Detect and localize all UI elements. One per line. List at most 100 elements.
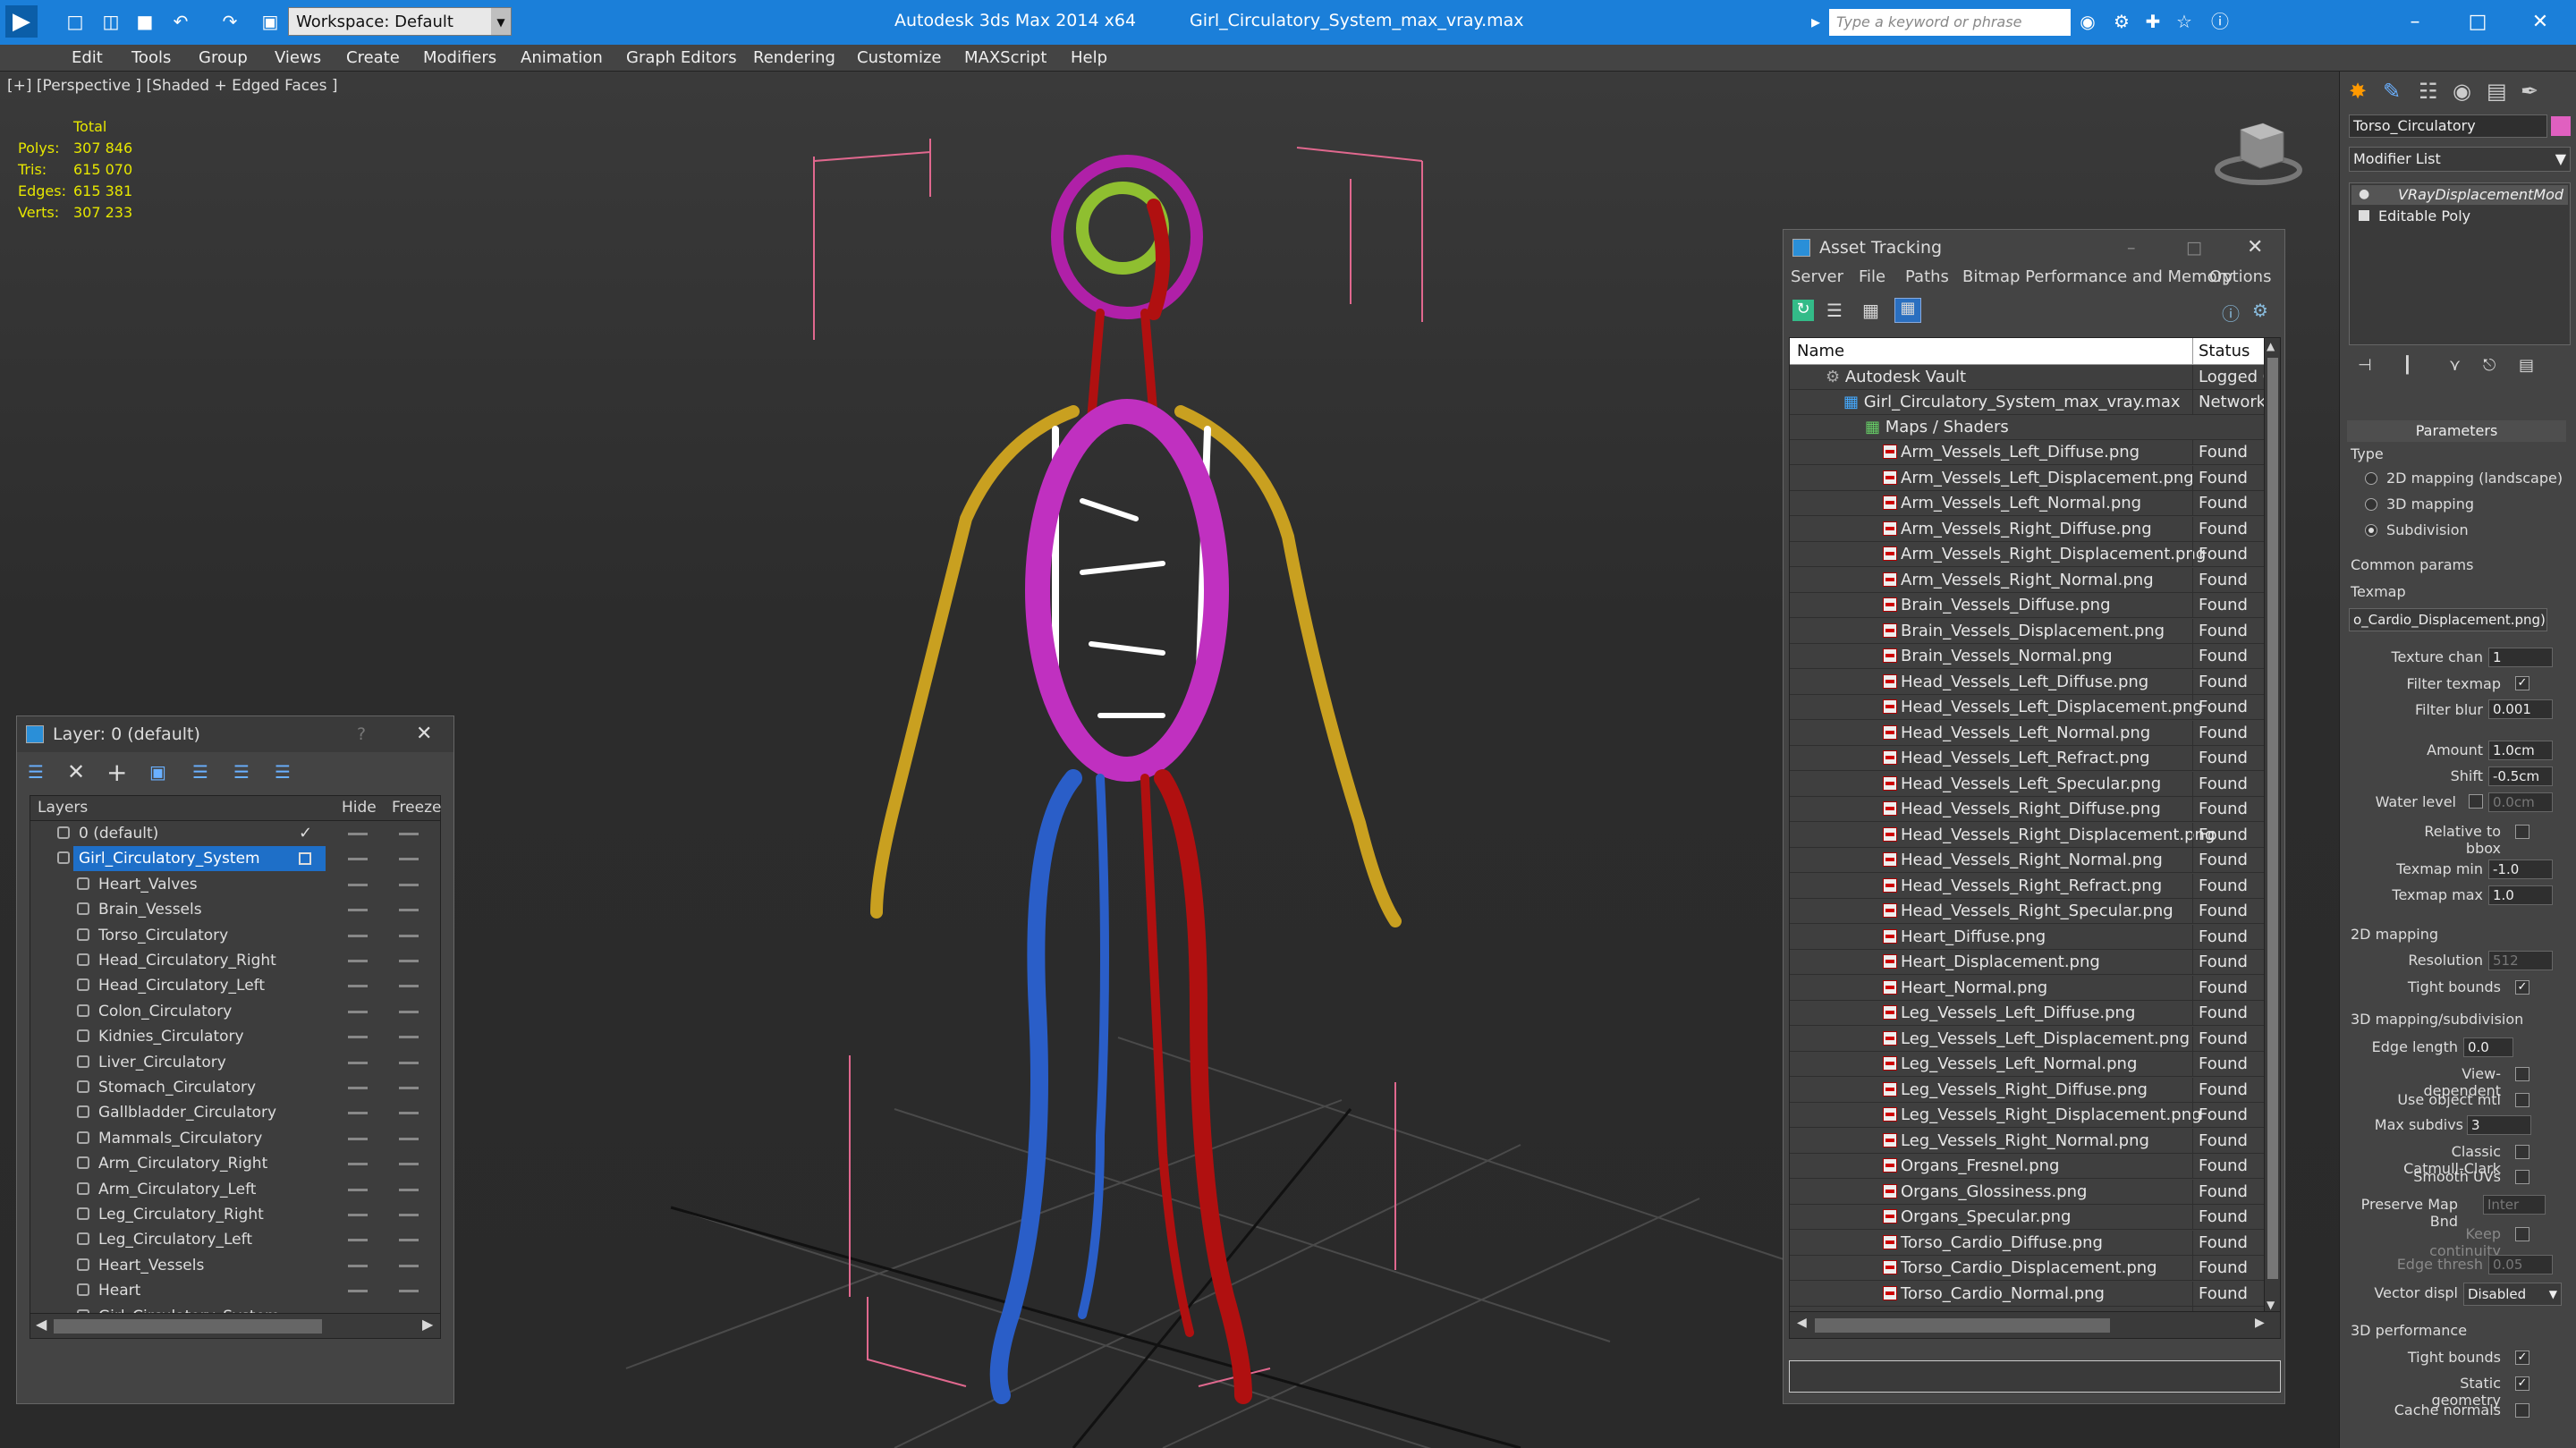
asset-map-row[interactable]: Heart_Normal.png Found <box>1790 975 2264 1001</box>
hide-toggle[interactable] <box>348 1214 368 1216</box>
scrollbar-thumb[interactable] <box>1815 1318 2110 1333</box>
hide-toggle[interactable] <box>348 1036 368 1039</box>
asset-map-row[interactable]: Leg_Vessels_Left_Displacement.png Found <box>1790 1026 2264 1052</box>
tree-view-icon[interactable]: ▦ <box>1862 300 1879 321</box>
binoculars-icon[interactable]: ◉ <box>2077 11 2098 32</box>
static-geometry-checkbox[interactable]: ✓ <box>2515 1376 2529 1391</box>
resolution-input[interactable]: 512 <box>2488 951 2553 970</box>
texmap-button[interactable]: o_Cardio_Displacement.png) <box>2349 608 2547 631</box>
filter-blur-input[interactable]: 0.001 <box>2488 699 2553 719</box>
layer-row[interactable]: Girl_Circulatory_System <box>30 846 440 872</box>
app-logo-icon[interactable]: ▶ <box>5 5 38 38</box>
parameters-rollout[interactable]: Parameters <box>2347 420 2566 442</box>
asset-map-row[interactable]: Head_Vessels_Right_Displacement.png Found <box>1790 822 2264 848</box>
help-button[interactable]: ? <box>357 716 366 752</box>
hide-toggle[interactable] <box>348 985 368 988</box>
asset-map-row[interactable]: Head_Vessels_Right_Refract.png Found <box>1790 873 2264 899</box>
asset-map-row[interactable]: Arm_Vessels_Left_Normal.png Found <box>1790 491 2264 516</box>
menu-customize[interactable]: Customize <box>857 48 941 67</box>
scrollbar-thumb[interactable] <box>2267 358 2278 1279</box>
select-objects-icon[interactable]: ▣ <box>149 761 166 783</box>
layer-row[interactable]: Head_Circulatory_Right <box>30 948 440 973</box>
asset-map-row[interactable]: Head_Vessels_Left_Normal.png Found <box>1790 720 2264 746</box>
view-dependent-checkbox[interactable] <box>2515 1067 2529 1081</box>
hide-toggle[interactable] <box>348 1112 368 1115</box>
freeze-toggle[interactable] <box>399 1290 419 1293</box>
menu-modifiers[interactable]: Modifiers <box>423 48 496 67</box>
texmap-max-input[interactable]: 1.0 <box>2488 885 2553 905</box>
tight-bounds-checkbox[interactable]: ✓ <box>2515 980 2529 995</box>
horizontal-scrollbar[interactable]: ◀ ▶ <box>30 1313 440 1338</box>
asset-map-row[interactable]: Leg_Vessels_Right_Displacement.png Found <box>1790 1103 2264 1128</box>
scroll-up-icon[interactable]: ▲ <box>2267 340 2275 352</box>
water-level-checkbox[interactable] <box>2469 794 2483 809</box>
asset-map-row[interactable]: Brain_Vessels_Diffuse.png Found <box>1790 593 2264 618</box>
settings-icon[interactable]: ⚙ <box>2252 300 2268 321</box>
delete-layer-icon[interactable]: ✕ <box>67 759 85 784</box>
smooth-uvs-checkbox[interactable] <box>2515 1170 2529 1184</box>
hide-toggle[interactable] <box>348 883 368 886</box>
freeze-toggle[interactable] <box>399 1163 419 1166</box>
open-file-icon[interactable]: ◫ <box>100 11 122 32</box>
layer-panel-header[interactable]: Layer: 0 (default) ? ✕ <box>17 716 453 752</box>
hide-toggle[interactable] <box>348 1061 368 1064</box>
asset-map-row[interactable]: Arm_Vessels_Right_Diffuse.png Found <box>1790 516 2264 542</box>
menu-help[interactable]: Help <box>1071 48 1107 67</box>
freeze-toggle[interactable] <box>399 833 419 835</box>
layer-row[interactable]: Brain_Vessels <box>30 897 440 922</box>
layer-row[interactable]: 0 (default) ✓ <box>30 821 440 846</box>
layer-row[interactable]: Arm_Circulatory_Right <box>30 1151 440 1176</box>
menu-maxscript[interactable]: MAXScript <box>964 48 1046 67</box>
asset-map-row[interactable]: Head_Vessels_Right_Specular.png Found <box>1790 899 2264 924</box>
scroll-left-icon[interactable]: ◀ <box>36 1316 47 1333</box>
preserve-map-dropdown[interactable]: Inter <box>2483 1195 2546 1215</box>
asset-map-row[interactable]: Leg_Vessels_Right_Diffuse.png Found <box>1790 1077 2264 1103</box>
freeze-toggle[interactable] <box>399 1239 419 1242</box>
stack-item-editable-poly[interactable]: Editable Poly <box>2351 207 2568 226</box>
hierarchy-tab-icon[interactable]: ☷ <box>2419 79 2438 104</box>
layer-row[interactable]: Mammals_Circulatory <box>30 1126 440 1151</box>
max-subdivs-input[interactable]: 3 <box>2467 1115 2531 1135</box>
freeze-toggle[interactable] <box>399 858 419 861</box>
subscription-icon[interactable]: ⚙ <box>2111 11 2132 32</box>
asset-menu-file[interactable]: File <box>1859 267 1885 286</box>
menu-edit[interactable]: Edit <box>72 48 103 67</box>
radio-3d-mapping[interactable] <box>2365 498 2377 511</box>
make-unique-icon[interactable]: ⋎ <box>2449 356 2461 375</box>
close-icon[interactable]: ✕ <box>2247 230 2263 266</box>
layer-row[interactable]: Arm_Circulatory_Left <box>30 1177 440 1202</box>
scroll-right-icon[interactable]: ▶ <box>2255 1316 2265 1330</box>
help-icon[interactable]: ⓘ <box>2222 300 2240 326</box>
hide-all-icon[interactable]: ☰ <box>233 761 250 783</box>
column-name[interactable]: Name <box>1797 342 1844 360</box>
layer-row[interactable]: Liver_Circulatory <box>30 1050 440 1075</box>
asset-map-row[interactable]: Head_Vessels_Left_Refract.png Found <box>1790 746 2264 771</box>
radio-subdivision[interactable] <box>2365 524 2377 537</box>
asset-map-row[interactable]: Leg_Vessels_Left_Diffuse.png Found <box>1790 1001 2264 1026</box>
texture-chan-input[interactable]: 1 <box>2488 648 2553 667</box>
show-end-result-icon[interactable]: ┃ <box>2402 356 2412 375</box>
layer-row[interactable]: Leg_Circulatory_Right <box>30 1202 440 1227</box>
asset-map-row[interactable]: Brain_Vessels_Normal.png Found <box>1790 644 2264 669</box>
filter-texmap-checkbox[interactable]: ✓ <box>2515 676 2529 690</box>
asset-menu-server[interactable]: Server <box>1791 267 1843 286</box>
close-button[interactable]: ✕ <box>2513 7 2567 38</box>
layer-row[interactable]: Torso_Circulatory <box>30 923 440 948</box>
cache-normals-checkbox[interactable] <box>2515 1403 2529 1418</box>
workspace-dropdown[interactable]: Workspace: Default ▼ <box>288 7 512 36</box>
freeze-toggle[interactable] <box>399 1264 419 1267</box>
asset-row-vault[interactable]: ⚙ Autodesk Vault Logged Out <box>1790 365 2264 390</box>
layer-row[interactable]: Stomach_Circulatory <box>30 1075 440 1100</box>
asset-map-row[interactable]: Brain_Vessels_Displacement.png Found <box>1790 618 2264 644</box>
horizontal-scrollbar[interactable]: ◀ ▶ <box>1790 1311 2280 1338</box>
hide-toggle[interactable] <box>348 833 368 835</box>
communication-icon[interactable]: ✚ <box>2142 11 2164 32</box>
freeze-toggle[interactable] <box>399 1061 419 1064</box>
column-freeze[interactable]: Freeze <box>392 799 441 817</box>
asset-path-field[interactable] <box>1789 1360 2281 1393</box>
refresh-icon[interactable]: ↻ <box>1792 300 1814 321</box>
freeze-toggle[interactable] <box>399 1137 419 1140</box>
freeze-toggle[interactable] <box>399 985 419 988</box>
freeze-toggle[interactable] <box>399 1010 419 1013</box>
maximize-button[interactable]: □ <box>2451 7 2504 38</box>
